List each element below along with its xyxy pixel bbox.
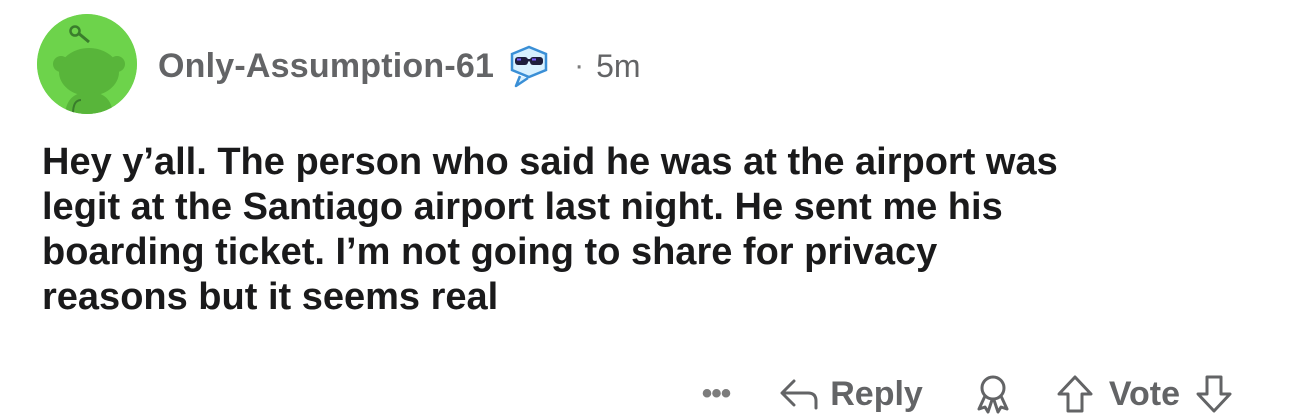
comment-body: Hey y’all. The person who said he was at… [42, 141, 1058, 318]
reply-label: Reply [830, 374, 923, 413]
vote-score-label: Vote [1108, 374, 1180, 413]
downvote-arrow-icon[interactable] [1194, 373, 1234, 415]
author-username[interactable]: Only-Assumption-61 [158, 47, 494, 86]
snoo-avatar-icon [37, 14, 137, 114]
comment-timestamp: 5m [596, 47, 641, 84]
avatar[interactable] [37, 14, 137, 114]
award-icon[interactable] [973, 373, 1013, 415]
comment-header: Only-Assumption-61 · 5m [158, 44, 641, 88]
reply-button[interactable]: Reply [778, 375, 923, 414]
sunglasses-snoo-flair-icon [510, 45, 548, 88]
comment: Only-Assumption-61 · 5m Hey y’all. The p… [0, 0, 1290, 417]
reply-arrow-icon [780, 379, 818, 410]
upvote-arrow-icon[interactable] [1055, 373, 1095, 415]
comment-actions: ••• Reply Vote [702, 368, 1234, 417]
meta-separator: · [574, 49, 585, 82]
more-options-button[interactable]: ••• [702, 379, 731, 409]
